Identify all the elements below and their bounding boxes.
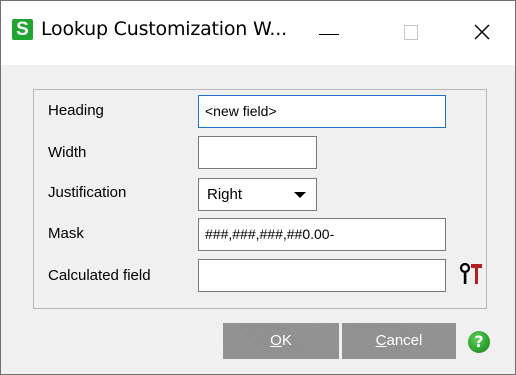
justification-value: Right — [207, 186, 243, 203]
ok-button[interactable]: OK — [223, 323, 339, 359]
maximize-button[interactable] — [393, 15, 439, 49]
close-button[interactable] — [462, 15, 508, 49]
ok-label: K — [281, 332, 292, 349]
width-label: Width — [48, 144, 87, 161]
tools-icon[interactable] — [458, 262, 484, 285]
minimize-icon — [319, 34, 339, 35]
close-icon — [474, 24, 490, 40]
cancel-label: ancel — [386, 332, 423, 349]
cancel-mnemonic: C — [375, 332, 387, 349]
width-input[interactable] — [198, 136, 317, 169]
justification-select[interactable]: Right — [198, 178, 317, 211]
mask-label: Mask — [48, 225, 84, 242]
heading-label: Heading — [48, 102, 104, 119]
dialog-window: S Lookup Customization W... Heading <new… — [0, 0, 516, 375]
dropdown-arrow-icon — [294, 192, 306, 198]
minimize-button[interactable] — [308, 15, 354, 49]
mask-input[interactable]: ###,###,###,##0.00- — [198, 218, 446, 251]
justification-label: Justification — [48, 184, 127, 201]
ok-mnemonic: O — [270, 332, 282, 349]
calculated-field-label: Calculated field — [48, 267, 151, 284]
maximize-icon — [404, 25, 418, 40]
window-title: Lookup Customization W... — [41, 18, 287, 40]
title-bar: S Lookup Customization W... — [1, 1, 515, 65]
heading-input[interactable]: <new field> — [198, 95, 446, 128]
cancel-button[interactable]: Cancel — [342, 323, 456, 359]
help-icon[interactable]: ? — [468, 331, 490, 353]
app-icon: S — [12, 19, 33, 40]
calculated-field-input[interactable] — [198, 259, 446, 292]
